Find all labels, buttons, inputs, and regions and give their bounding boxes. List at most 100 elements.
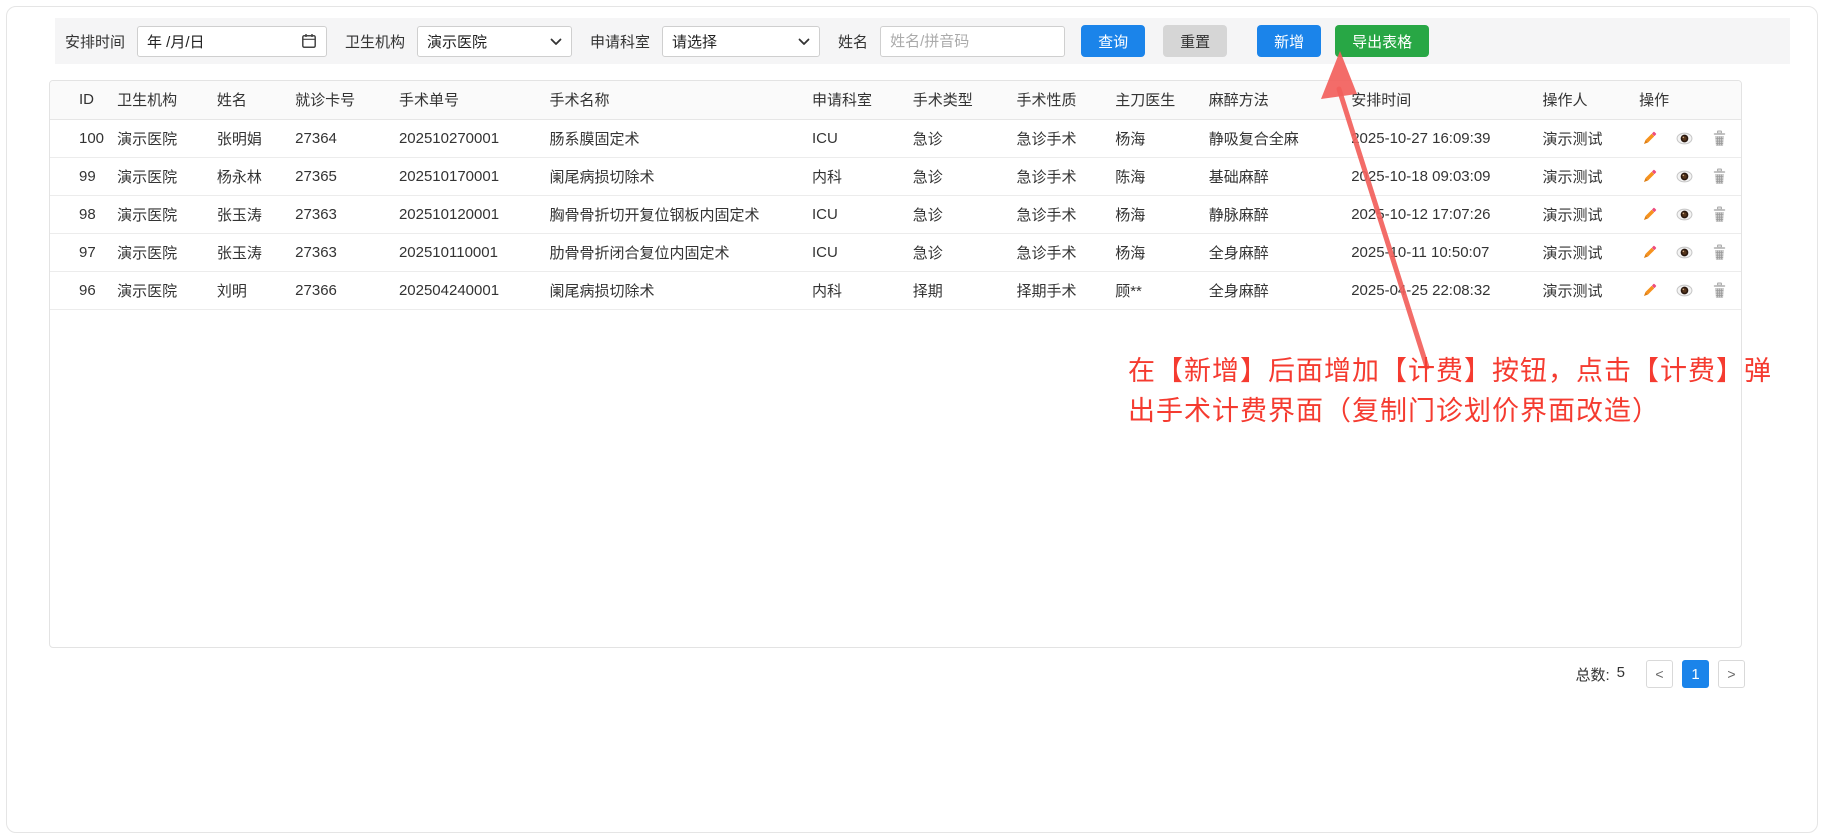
table-row[interactable]: 100 演示医院 张明娟 27364 202510270001 肠系膜固定术 I… <box>50 119 1741 157</box>
column-header: 操作人 <box>1542 81 1639 119</box>
cell-surgery-type: 急诊 <box>913 119 1017 157</box>
cell-org: 演示医院 <box>117 233 217 271</box>
table-row[interactable]: 98 演示医院 张玉涛 27363 202510120001 胸骨骨折切开复位钢… <box>50 195 1741 233</box>
pencil-edit-icon[interactable] <box>1639 166 1659 186</box>
calendar-icon[interactable] <box>301 33 317 49</box>
chevron-down-icon <box>798 33 810 50</box>
cell-card-no: 27363 <box>295 195 399 233</box>
column-header: 主刀医生 <box>1115 81 1209 119</box>
cell-patient-name: 张玉涛 <box>217 195 295 233</box>
trash-delete-icon[interactable] <box>1709 166 1729 186</box>
trash-delete-icon[interactable] <box>1709 128 1729 148</box>
cell-schedule-time: 2025-10-27 16:09:39 <box>1351 119 1542 157</box>
cell-anesthesia: 全身麻醉 <box>1209 233 1351 271</box>
pencil-edit-icon[interactable] <box>1639 128 1659 148</box>
cell-card-no: 27365 <box>295 157 399 195</box>
date-input-value: 年 /月/日 <box>147 31 205 52</box>
cell-surgeon: 杨海 <box>1115 119 1209 157</box>
cell-surgeon: 杨海 <box>1115 233 1209 271</box>
eye-view-icon[interactable] <box>1674 166 1694 186</box>
cell-surgeon: 陈海 <box>1115 157 1209 195</box>
cell-surgery-nature: 急诊手术 <box>1017 195 1116 233</box>
cell-operator: 演示测试 <box>1542 195 1639 233</box>
surgery-table: ID卫生机构姓名就诊卡号手术单号手术名称申请科室手术类型手术性质主刀医生麻醉方法… <box>50 81 1741 310</box>
cell-actions <box>1639 119 1741 157</box>
eye-view-icon[interactable] <box>1674 128 1694 148</box>
dept-select-value: 请选择 <box>672 31 717 52</box>
cell-dept: 内科 <box>812 157 913 195</box>
cell-anesthesia: 静脉麻醉 <box>1209 195 1351 233</box>
table-row[interactable]: 99 演示医院 杨永林 27365 202510170001 阑尾病损切除术 内… <box>50 157 1741 195</box>
add-button[interactable]: 新增 <box>1257 25 1321 57</box>
table-row[interactable]: 96 演示医院 刘明 27366 202504240001 阑尾病损切除术 内科… <box>50 271 1741 309</box>
eye-view-icon[interactable] <box>1674 242 1694 262</box>
cell-org: 演示医院 <box>117 119 217 157</box>
cell-card-no: 27366 <box>295 271 399 309</box>
cell-patient-name: 刘明 <box>217 271 295 309</box>
query-button[interactable]: 查询 <box>1081 25 1145 57</box>
reset-button[interactable]: 重置 <box>1163 25 1227 57</box>
page-1-button[interactable]: 1 <box>1682 660 1709 688</box>
cell-schedule-time: 2025-04-25 22:08:32 <box>1351 271 1542 309</box>
eye-view-icon[interactable] <box>1674 280 1694 300</box>
column-header: 卫生机构 <box>117 81 217 119</box>
cell-id: 96 <box>50 271 117 309</box>
next-page-button[interactable]: > <box>1718 660 1745 688</box>
cell-surgery-no: 202510110001 <box>399 233 550 271</box>
cell-surgery-nature: 急诊手术 <box>1017 157 1116 195</box>
table-header-row: ID卫生机构姓名就诊卡号手术单号手术名称申请科室手术类型手术性质主刀医生麻醉方法… <box>50 81 1741 119</box>
dept-filter-label: 申请科室 <box>590 31 650 52</box>
column-header: 手术名称 <box>550 81 813 119</box>
column-header: 姓名 <box>217 81 295 119</box>
cell-surgery-no: 202510270001 <box>399 119 550 157</box>
org-select-value: 演示医院 <box>427 31 487 52</box>
cell-dept: ICU <box>812 233 913 271</box>
date-filter-label: 安排时间 <box>65 31 125 52</box>
trash-delete-icon[interactable] <box>1709 242 1729 262</box>
cell-patient-name: 张明娟 <box>217 119 295 157</box>
annotation-text: 在【新增】后面增加【计费】按钮，点击【计费】弹 出手术计费界面（复制门诊划价界面… <box>1128 351 1818 431</box>
cell-surgery-name: 阑尾病损切除术 <box>550 157 813 195</box>
cell-card-no: 27364 <box>295 119 399 157</box>
cell-anesthesia: 基础麻醉 <box>1209 157 1351 195</box>
eye-view-icon[interactable] <box>1674 204 1694 224</box>
chevron-down-icon <box>550 33 562 50</box>
cell-id: 98 <box>50 195 117 233</box>
cell-org: 演示医院 <box>117 157 217 195</box>
name-input[interactable] <box>880 26 1065 57</box>
pencil-edit-icon[interactable] <box>1639 242 1659 262</box>
prev-page-button[interactable]: < <box>1646 660 1673 688</box>
column-header: 操作 <box>1639 81 1741 119</box>
cell-actions <box>1639 271 1741 309</box>
filter-bar: 安排时间 年 /月/日 卫生机构 演示医院 申请科室 请选择 <box>55 18 1790 64</box>
cell-actions <box>1639 157 1741 195</box>
total-count-value: 5 <box>1617 664 1625 685</box>
cell-patient-name: 张玉涛 <box>217 233 295 271</box>
pencil-edit-icon[interactable] <box>1639 280 1659 300</box>
pencil-edit-icon[interactable] <box>1639 204 1659 224</box>
cell-surgery-name: 肠系膜固定术 <box>550 119 813 157</box>
table-row[interactable]: 97 演示医院 张玉涛 27363 202510110001 肋骨骨折闭合复位内… <box>50 233 1741 271</box>
cell-operator: 演示测试 <box>1542 271 1639 309</box>
org-select[interactable]: 演示医院 <box>417 26 572 57</box>
cell-surgery-no: 202510170001 <box>399 157 550 195</box>
cell-surgery-name: 肋骨骨折闭合复位内固定术 <box>550 233 813 271</box>
cell-anesthesia: 全身麻醉 <box>1209 271 1351 309</box>
date-input[interactable]: 年 /月/日 <box>137 26 327 57</box>
cell-actions <box>1639 195 1741 233</box>
cell-surgeon: 顾** <box>1115 271 1209 309</box>
cell-card-no: 27363 <box>295 233 399 271</box>
cell-surgeon: 杨海 <box>1115 195 1209 233</box>
cell-anesthesia: 静吸复合全麻 <box>1209 119 1351 157</box>
column-header: ID <box>50 81 117 119</box>
export-button[interactable]: 导出表格 <box>1335 25 1429 57</box>
cell-surgery-name: 阑尾病损切除术 <box>550 271 813 309</box>
cell-surgery-type: 急诊 <box>913 157 1017 195</box>
trash-delete-icon[interactable] <box>1709 280 1729 300</box>
dept-select[interactable]: 请选择 <box>662 26 820 57</box>
trash-delete-icon[interactable] <box>1709 204 1729 224</box>
annotation-line-2: 出手术计费界面（复制门诊划价界面改造） <box>1128 391 1818 431</box>
cell-operator: 演示测试 <box>1542 119 1639 157</box>
app-window: 安排时间 年 /月/日 卫生机构 演示医院 申请科室 请选择 <box>6 6 1818 833</box>
column-header: 安排时间 <box>1351 81 1542 119</box>
